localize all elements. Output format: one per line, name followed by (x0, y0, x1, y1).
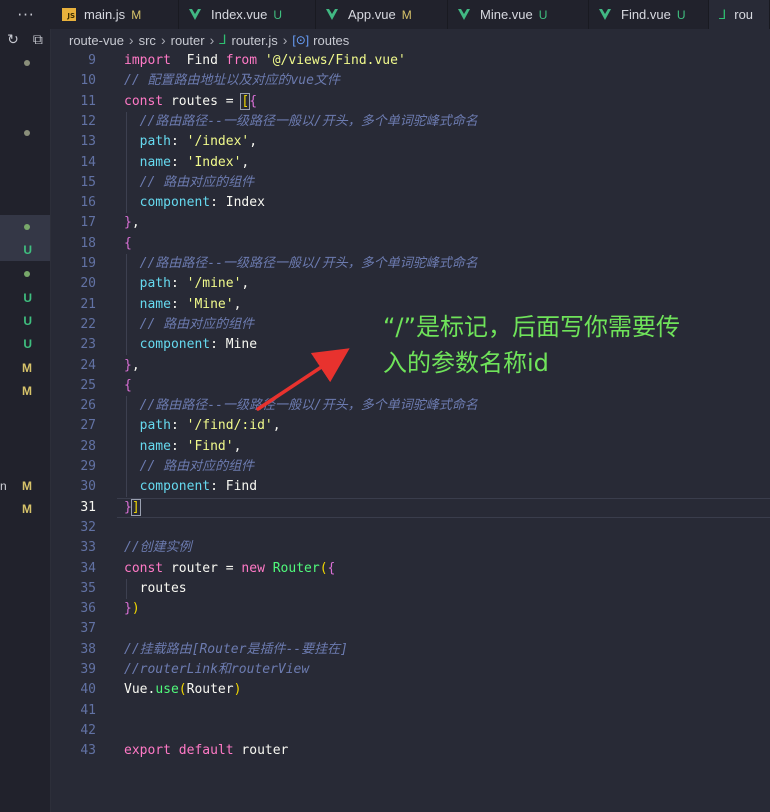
annotation-line-1: “/”是标记，后面写你需要传 (383, 313, 680, 341)
annotation-line-2: 入的参数名称id (383, 349, 549, 377)
annotation-text: “/”是标记，后面写你需要传 入的参数名称id (383, 309, 763, 381)
annotation-arrow (256, 348, 350, 411)
